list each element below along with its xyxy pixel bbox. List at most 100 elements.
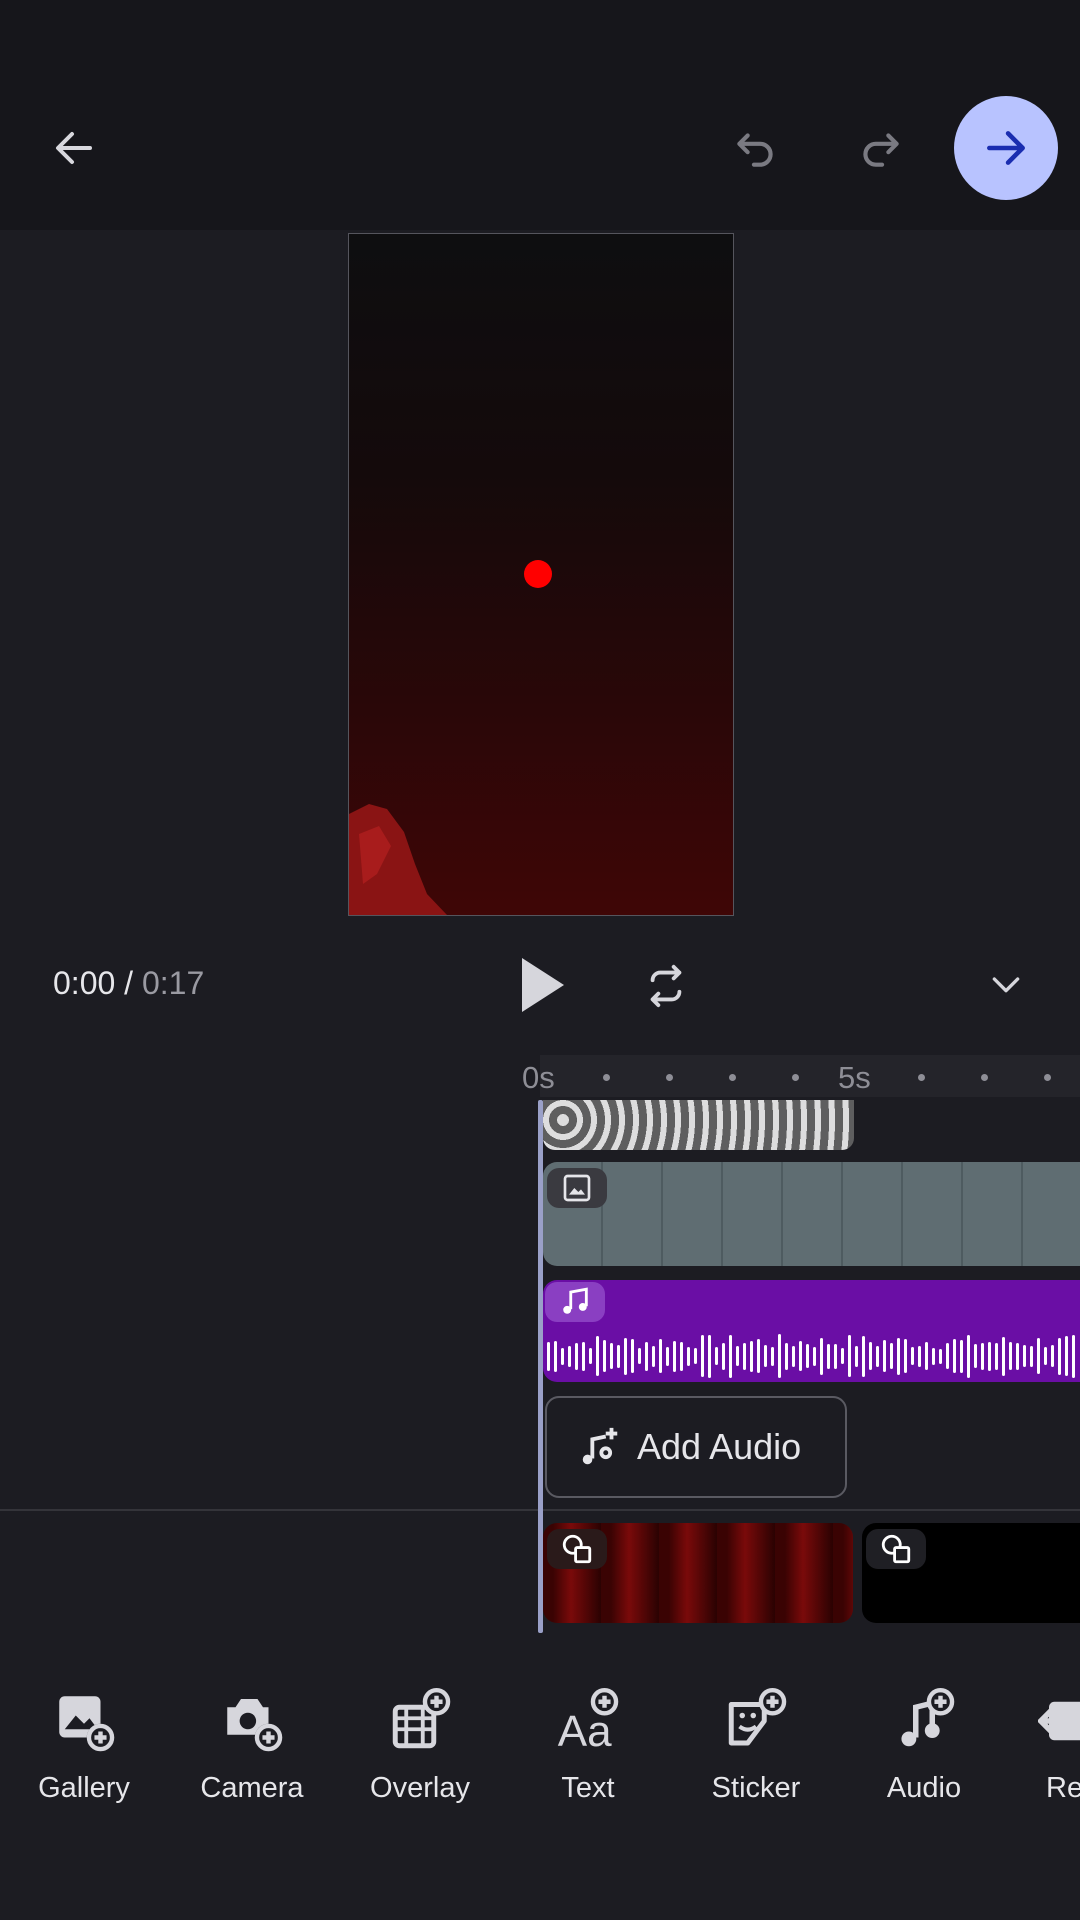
waveform-bar (883, 1340, 886, 1372)
toolbar-text[interactable]: Aa Text (518, 1688, 658, 1805)
waveform-bar (890, 1343, 893, 1369)
toolbar-text-label: Text (561, 1772, 615, 1804)
waveform-bar (582, 1341, 585, 1371)
toolbar-record-clip: Rec (1030, 1688, 1080, 1828)
waveform-bar (750, 1340, 753, 1372)
waveform-bar (708, 1334, 711, 1378)
toolbar-overlay[interactable]: Overlay (350, 1688, 490, 1805)
chevron-down-icon (992, 977, 1020, 993)
waveform-bar (596, 1336, 599, 1376)
audio-add-icon (901, 1688, 955, 1747)
clip-1-badge (547, 1529, 607, 1569)
toolbar-gallery[interactable]: Gallery (14, 1688, 154, 1805)
waveform-bar (1037, 1338, 1040, 1374)
waveform-bar (862, 1335, 865, 1377)
toolbar-overlay-label: Overlay (370, 1772, 470, 1804)
shapes-icon (562, 1534, 592, 1564)
sticker-add-icon (728, 1688, 787, 1746)
time-separator: / (115, 965, 142, 1001)
waveform-bar (729, 1334, 732, 1378)
waveform-bar (981, 1342, 984, 1370)
redo-button[interactable] (850, 118, 910, 178)
waveform-bar (932, 1347, 935, 1365)
timeline-ruler[interactable] (540, 1055, 1080, 1097)
waveform-bar (960, 1339, 963, 1373)
waveform-bar (855, 1345, 858, 1367)
waveform-bar (554, 1340, 557, 1372)
waveform-bar (799, 1341, 802, 1371)
ruler-tick (792, 1074, 799, 1081)
music-note-icon (563, 1287, 588, 1314)
arrow-left-icon (56, 132, 92, 164)
waveform-bar (645, 1341, 648, 1371)
toolbar-record[interactable]: Rec (1038, 1688, 1080, 1805)
add-music-icon (582, 1427, 618, 1465)
toolbar-camera[interactable]: Camera (182, 1688, 322, 1805)
top-bar (0, 0, 1080, 230)
video-clip[interactable] (543, 1162, 1080, 1266)
audio-clip[interactable] (543, 1280, 1080, 1382)
waveform-bar (869, 1342, 872, 1370)
audio-waveform (547, 1332, 1080, 1380)
waveform-bar (757, 1339, 760, 1373)
toolbar-audio[interactable]: Audio (854, 1688, 994, 1805)
ruler-tick (1044, 1074, 1051, 1081)
waveform-bar (953, 1339, 956, 1373)
toolbar-sticker-label: Sticker (711, 1772, 801, 1804)
waveform-bar (995, 1342, 998, 1370)
image-badge (547, 1168, 607, 1208)
record-indicator (524, 560, 552, 588)
waveform-bar (792, 1345, 795, 1367)
waveform-bar (925, 1342, 928, 1370)
toolbar-record-label: Rec (1046, 1772, 1080, 1804)
waveform-bar (631, 1339, 634, 1373)
arrow-right-icon (987, 131, 1025, 165)
overlay-clip[interactable] (543, 1100, 854, 1150)
add-audio-button[interactable]: Add Audio (545, 1396, 847, 1498)
waveform-bar (722, 1342, 725, 1370)
waveform-bar (834, 1343, 837, 1369)
ruler-tick (666, 1074, 673, 1081)
waveform-bar (652, 1345, 655, 1367)
toolbar-sticker[interactable]: Sticker (686, 1688, 826, 1805)
waveform-bar (764, 1345, 767, 1367)
undo-button[interactable] (726, 118, 786, 178)
waveform-bar (694, 1348, 697, 1364)
waveform-bar (1023, 1345, 1026, 1367)
collapse-button[interactable] (982, 960, 1030, 1008)
waveform-bar (813, 1346, 816, 1366)
loop-button[interactable] (642, 962, 690, 1010)
waveform-bar (967, 1334, 970, 1378)
clip-2[interactable] (862, 1523, 1080, 1623)
waveform-bar (785, 1342, 788, 1370)
play-button[interactable] (518, 955, 568, 1015)
waveform-bar (778, 1334, 781, 1378)
waveform-bar (904, 1339, 907, 1373)
gallery-add-icon (59, 1696, 115, 1752)
ruler-tick (729, 1074, 736, 1081)
toolbar-gallery-label: Gallery (38, 1772, 130, 1804)
music-badge (545, 1282, 605, 1322)
clip-1[interactable] (543, 1523, 853, 1623)
ruler-label-5s: 5s (838, 1060, 871, 1095)
waveform-bar (806, 1344, 809, 1368)
loop-icon (650, 964, 682, 1008)
waveform-bar (687, 1346, 690, 1366)
redo-icon (863, 133, 899, 167)
total-time: 0:17 (141, 965, 205, 1001)
waveform-bar (1002, 1336, 1005, 1376)
waveform-bar (736, 1346, 739, 1366)
undo-icon (737, 133, 773, 167)
next-button[interactable] (954, 96, 1058, 200)
back-button[interactable] (44, 118, 104, 178)
text-add-icon: Aa (558, 1688, 619, 1754)
waveform-bar (1044, 1347, 1047, 1365)
waveform-bar (589, 1348, 592, 1364)
waveform-bar (715, 1347, 718, 1365)
clip-2-badge (866, 1529, 926, 1569)
waveform-bar (561, 1347, 564, 1365)
ruler-tick (918, 1074, 925, 1081)
waveform-bar (547, 1341, 550, 1371)
waveform-bar (610, 1343, 613, 1369)
waveform-bar (841, 1348, 844, 1364)
